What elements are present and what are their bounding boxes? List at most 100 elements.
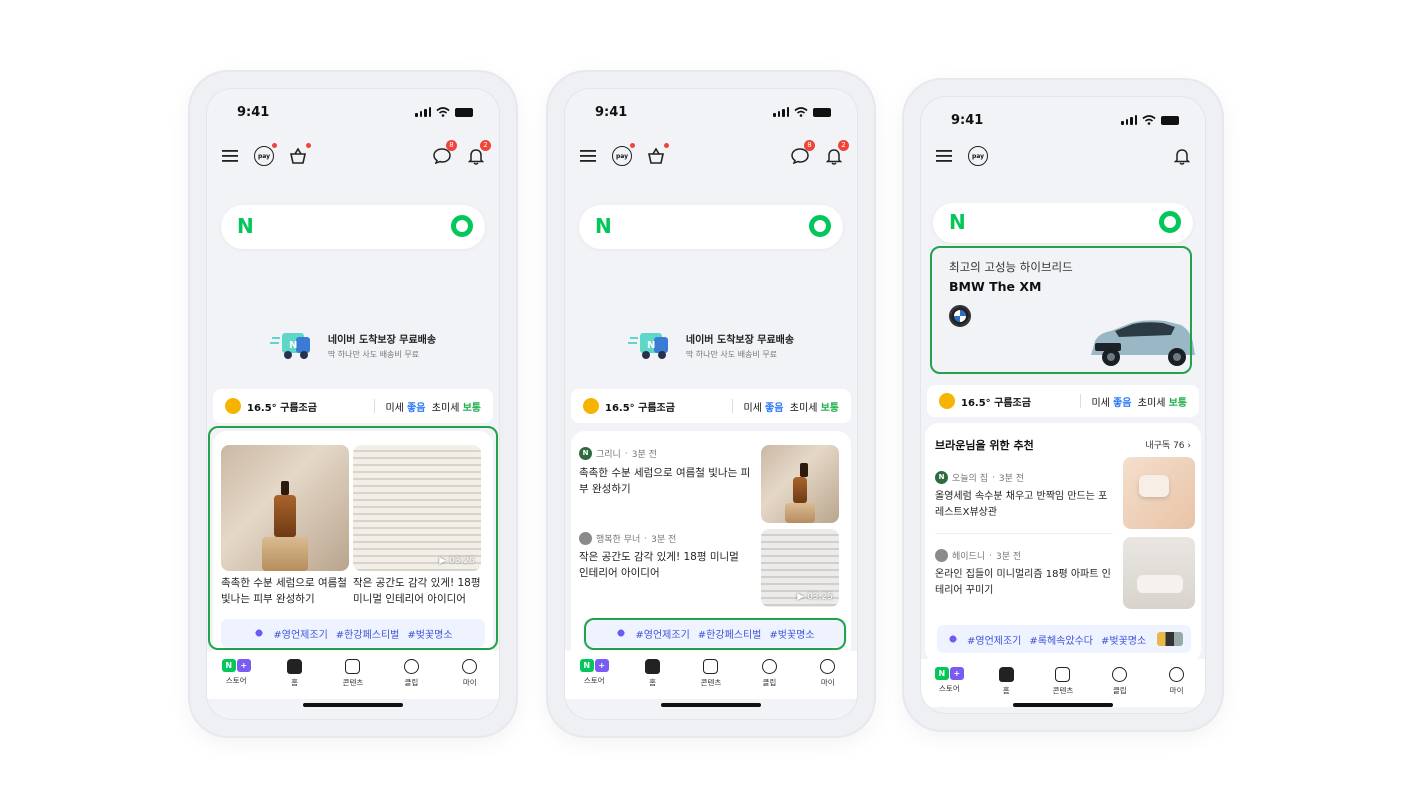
nav-content-label: 콘텐츠	[700, 678, 722, 687]
chat-badge: 8	[446, 140, 457, 151]
status-icons	[773, 107, 831, 117]
nav-store[interactable]: N + 스토어	[929, 667, 969, 694]
content-icon	[703, 659, 719, 674]
pay-icon[interactable]: pay	[611, 143, 635, 167]
bell-badge: 2	[480, 140, 491, 151]
nav-my[interactable]: 마이	[450, 659, 490, 688]
search-bar[interactable]: N	[221, 205, 485, 249]
naver-logo-icon: N	[949, 210, 966, 234]
pay-dot	[272, 143, 277, 148]
nav-clip-label: 클립	[404, 678, 419, 687]
bottom-nav: N + 스토어 홈 콘텐츠 클립 마이	[921, 659, 1205, 707]
post-meta-1: N 오늘의 집 · 3분 전	[935, 471, 1024, 484]
menu-icon[interactable]	[933, 145, 955, 167]
post-author-1[interactable]: 오늘의 집	[952, 471, 988, 484]
post-author-2[interactable]: 행복한 무너	[596, 532, 640, 545]
wood-stand	[785, 503, 815, 523]
hashtag-3[interactable]: #벚꽃명소	[1101, 632, 1146, 647]
serum-bottle	[793, 463, 808, 503]
profile-icon	[462, 659, 478, 674]
search-bar[interactable]: N	[933, 203, 1193, 243]
divider	[935, 533, 1113, 534]
nav-my[interactable]: 마이	[1157, 667, 1197, 696]
nav-content[interactable]: 콘텐츠	[1043, 667, 1083, 696]
green-dot-icon[interactable]	[809, 215, 831, 237]
play-icon	[403, 659, 419, 674]
weather-bar[interactable]: 16.5° 구름조금 미세 좋음 초미세 보통	[927, 385, 1199, 417]
content-icon	[345, 659, 361, 674]
post-title-2[interactable]: 온라인 집들이 미니멀리즘 18평 아파트 인테리어 꾸미기	[935, 567, 1111, 599]
basket-icon[interactable]	[645, 143, 669, 167]
basket-icon[interactable]	[287, 143, 311, 167]
bell-icon[interactable]: 2	[823, 140, 849, 167]
weather-bar[interactable]: 16.5° 구름조금 미세 좋음 초미세 보통	[571, 389, 851, 423]
nav-content[interactable]: 콘텐츠	[691, 659, 731, 688]
cream-thumbnail[interactable]	[1123, 457, 1195, 529]
interior-thumbnail[interactable]: ▶ 03:25	[761, 529, 839, 607]
post-time-1: 3분 전	[998, 474, 1025, 484]
hashtag-2[interactable]: #록헤속았수다	[1029, 632, 1093, 647]
nav-home[interactable]: 홈	[275, 659, 315, 688]
chat-icon[interactable]: 8	[431, 140, 457, 167]
bell-badge: 2	[838, 140, 849, 151]
delivery-promo[interactable]: N 네이버 도착보장 무료배송 딱 하나만 사도 배송비 무료	[207, 327, 499, 363]
section-title: 브라운님을 위한 추천	[935, 439, 1034, 452]
post-author-1[interactable]: 그리니	[596, 447, 621, 460]
nav-home[interactable]: 홈	[986, 667, 1026, 696]
nav-my[interactable]: 마이	[808, 659, 848, 688]
nav-home-label: 홈	[291, 678, 299, 687]
hashtag-bar: #영언제조기 #록헤속았수다 #벚꽃명소	[937, 625, 1191, 653]
status-icons	[1121, 115, 1179, 125]
menu-icon[interactable]	[577, 145, 599, 167]
play-icon	[1112, 667, 1128, 682]
menu-icon[interactable]	[219, 145, 241, 167]
profile-icon	[820, 659, 836, 674]
author-avatar	[935, 549, 948, 562]
green-dot-icon[interactable]	[451, 215, 473, 237]
serum-thumbnail[interactable]	[761, 445, 839, 523]
nav-content[interactable]: 콘텐츠	[333, 659, 373, 688]
nav-clip-label: 클립	[762, 678, 777, 687]
subscription-count: 내구독 76	[1145, 441, 1185, 451]
sofa-thumbnail[interactable]	[1123, 537, 1195, 609]
chat-badge: 8	[804, 140, 815, 151]
battery-icon	[455, 107, 473, 117]
nav-store[interactable]: N + 스토어	[574, 659, 614, 686]
nav-clip[interactable]: 클립	[1100, 667, 1140, 696]
chat-icon[interactable]: 8	[789, 140, 815, 167]
nav-home-label: 홈	[649, 678, 657, 687]
pay-icon[interactable]: pay	[253, 143, 277, 167]
pay-dot	[630, 143, 635, 148]
home-indicator	[303, 703, 403, 707]
delivery-promo[interactable]: N 네이버 도착보장 무료배송 딱 하나만 사도 배송비 무료	[565, 327, 857, 363]
hashtag-1[interactable]: #영언제조기	[967, 632, 1021, 647]
weather-bar[interactable]: 16.5° 구름조금 미세 좋음 초미세 보통	[213, 389, 493, 423]
bell-icon[interactable]: 2	[465, 140, 491, 167]
weather-temp: 16.5° 구름조금	[247, 402, 317, 414]
bottom-nav: N + 스토어 홈 콘텐츠 클립 마이	[565, 651, 857, 699]
bell-icon[interactable]	[1171, 145, 1193, 167]
search-bar[interactable]: N	[579, 205, 843, 249]
ultra-fine-label: 초미세	[789, 402, 818, 414]
nav-store[interactable]: N + 스토어	[216, 659, 256, 686]
nav-clip[interactable]: 클립	[749, 659, 789, 688]
fine-dust-value: 좋음	[407, 402, 426, 414]
video-duration-text: 03:25	[807, 592, 833, 602]
nav-my-label: 마이	[1169, 686, 1184, 695]
pay-icon[interactable]: pay	[967, 145, 989, 167]
post-meta-2: 헤이드니 · 3분 전	[935, 549, 1021, 562]
nav-home[interactable]: 홈	[633, 659, 673, 688]
subscription-link[interactable]: 내구독 76 ›	[1145, 438, 1191, 451]
sun-cloud-icon	[225, 398, 241, 414]
post-title-1[interactable]: 촉촉한 수분 세럼으로 여름철 빛나는 피부 완성하기	[579, 465, 751, 497]
content-icon	[1055, 667, 1071, 682]
nav-store-label: 스토어	[225, 676, 247, 685]
post-title-2[interactable]: 작은 공간도 감각 있게! 18평 미니멀 인테리어 아이디어	[579, 549, 751, 581]
post-author-2[interactable]: 헤이드니	[952, 549, 985, 562]
nav-clip[interactable]: 클립	[391, 659, 431, 688]
post-title-1[interactable]: 올영세럼 속수분 채우고 반짝임 만드는 포레스트X뷰상관	[935, 489, 1111, 521]
green-dot-icon[interactable]	[1159, 211, 1181, 233]
nav-my-label: 마이	[820, 678, 835, 687]
phone-mockup-2: 9:41 pay 8 2 N N 네이버 도착보장 무료배송 딱 하나만 사도 …	[548, 72, 874, 736]
nav-store-label: 스토어	[939, 684, 960, 693]
